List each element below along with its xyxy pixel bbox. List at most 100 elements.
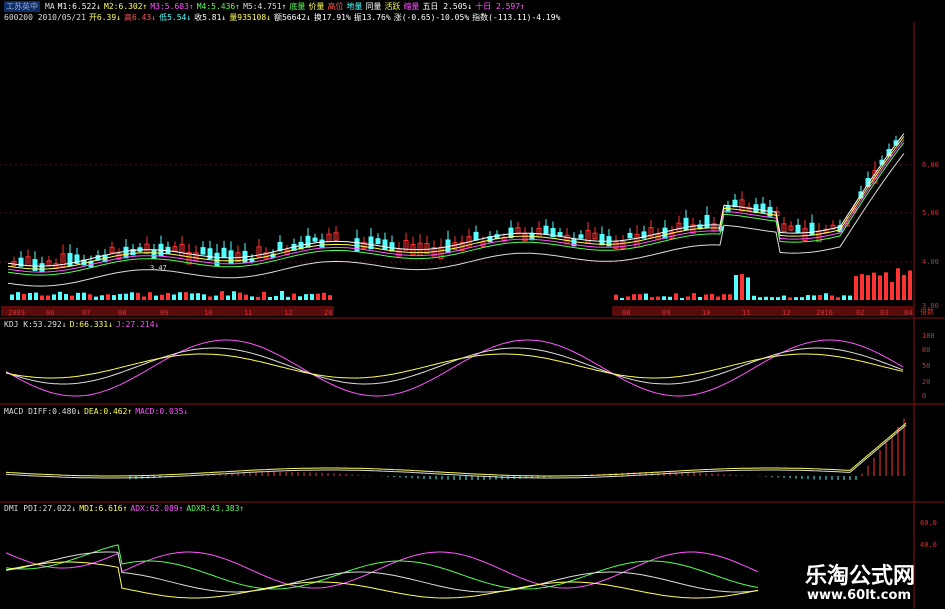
price-tick-label: 5.00: [922, 209, 939, 217]
candle-body: [599, 234, 605, 246]
volume-bar: [64, 294, 68, 300]
volume-bar: [830, 295, 834, 300]
ma-value-item: M1:6.522↓: [57, 2, 101, 11]
volume-bar: [890, 282, 894, 300]
candle-body: [165, 246, 171, 254]
volume-bar: [28, 292, 32, 300]
volume-bar: [58, 291, 62, 300]
x-date-label: 09: [160, 309, 169, 317]
volume-bar: [46, 295, 50, 300]
x-date-label: 12: [284, 309, 293, 317]
volume-bar: [734, 275, 738, 300]
volume-bar: [52, 294, 56, 300]
ma-value-item: M2:6.302↑: [104, 2, 148, 11]
quote-value-item: 换17.91%: [313, 13, 351, 22]
candle-body: [382, 239, 388, 250]
candle-body: [627, 232, 633, 239]
volume-bar: [130, 292, 134, 300]
candle-body: [557, 232, 563, 237]
volume-bar: [10, 294, 14, 300]
volume-bar: [148, 292, 152, 300]
volume-bar: [680, 297, 684, 300]
candle-body: [67, 253, 73, 267]
volume-bar: [872, 272, 876, 300]
x-date-label: 12: [782, 309, 791, 317]
volume-bar: [292, 293, 296, 300]
ma-value-item: 十日 2.597↑: [475, 2, 525, 11]
volume-bar: [644, 293, 648, 300]
volume-bar: [686, 296, 690, 300]
kdj-tick-label: 100: [922, 332, 935, 340]
x-date-label: 02: [856, 309, 865, 317]
stock-chart-canvas[interactable]: [0, 0, 945, 609]
ma-value-item: M3:5.683↑: [150, 2, 194, 11]
volume-bar: [322, 292, 326, 300]
volume-bar: [650, 297, 654, 300]
volume-bar: [770, 297, 774, 300]
volume-bar: [298, 296, 302, 300]
quote-value-item: 额56642↓: [273, 13, 311, 22]
candle-body: [200, 247, 206, 255]
volume-bar: [776, 297, 780, 300]
candle-body: [543, 225, 549, 235]
ma-value-item: 缩量: [403, 2, 420, 11]
macd-value-item: DEA:0.462↑: [84, 407, 133, 416]
volume-bar: [800, 297, 804, 300]
volume-bar: [848, 295, 852, 300]
volume-bar: [692, 293, 696, 300]
volume-bar: [824, 293, 828, 300]
volume-bar: [836, 297, 840, 300]
kdj-line: [5, 339, 904, 397]
volume-bar: [106, 294, 110, 300]
x-date-label: 04: [904, 309, 913, 317]
volume-bar: [70, 295, 74, 300]
volume-bar: [34, 292, 38, 300]
volume-bar: [662, 296, 666, 300]
ma-value-item: 活跃: [384, 2, 401, 11]
volume-bar: [190, 293, 194, 300]
quote-value-item: 高6.43↓: [123, 13, 157, 22]
volume-bar: [728, 294, 732, 300]
candle-body: [151, 250, 157, 259]
x-date-label: 11: [742, 309, 751, 317]
price-tick-label: 6.00: [922, 161, 939, 169]
volume-bar: [202, 294, 206, 300]
volume-bar: [316, 293, 320, 300]
volume-bar: [286, 296, 290, 300]
quote-value-item: 收5.81↓: [194, 13, 227, 22]
volume-bar: [668, 296, 672, 300]
volume-bar: [268, 296, 272, 300]
volume-bar: [788, 297, 792, 300]
volume-bar: [214, 295, 218, 300]
x-date-label: 2010: [816, 309, 833, 317]
volume-bar: [232, 291, 236, 300]
macd-line: [5, 424, 907, 479]
volume-bar: [716, 296, 720, 300]
quote-value-item: 量935108↓: [229, 13, 271, 22]
low-price-marker: 3.47: [150, 264, 167, 272]
volume-bar: [614, 294, 618, 300]
volume-bar: [238, 292, 242, 300]
x-date-label: 10: [204, 309, 213, 317]
volume-bar: [794, 297, 798, 300]
volume-bar: [740, 274, 744, 300]
candle-body: [214, 252, 220, 267]
candle-body: [305, 235, 311, 248]
date-strip-right: [612, 306, 914, 316]
price-tick-label: 4.00: [922, 258, 939, 266]
kdj-tick-label: 80: [922, 346, 931, 354]
volume-bar: [100, 295, 104, 300]
x-date-label: 28: [324, 309, 333, 317]
volume-bar: [220, 291, 224, 300]
kdj-tick-label: 50: [922, 362, 931, 370]
ma-value-item: 同量: [365, 2, 382, 11]
volume-bar: [136, 292, 140, 300]
volume-bar: [244, 294, 248, 300]
volume-bar: [304, 294, 308, 300]
candle-body: [123, 246, 129, 259]
volume-bar: [698, 296, 702, 300]
x-date-label: 2009: [8, 309, 25, 317]
volume-bar: [256, 296, 260, 300]
volume-bar: [638, 294, 642, 300]
volume-bar: [884, 272, 888, 300]
